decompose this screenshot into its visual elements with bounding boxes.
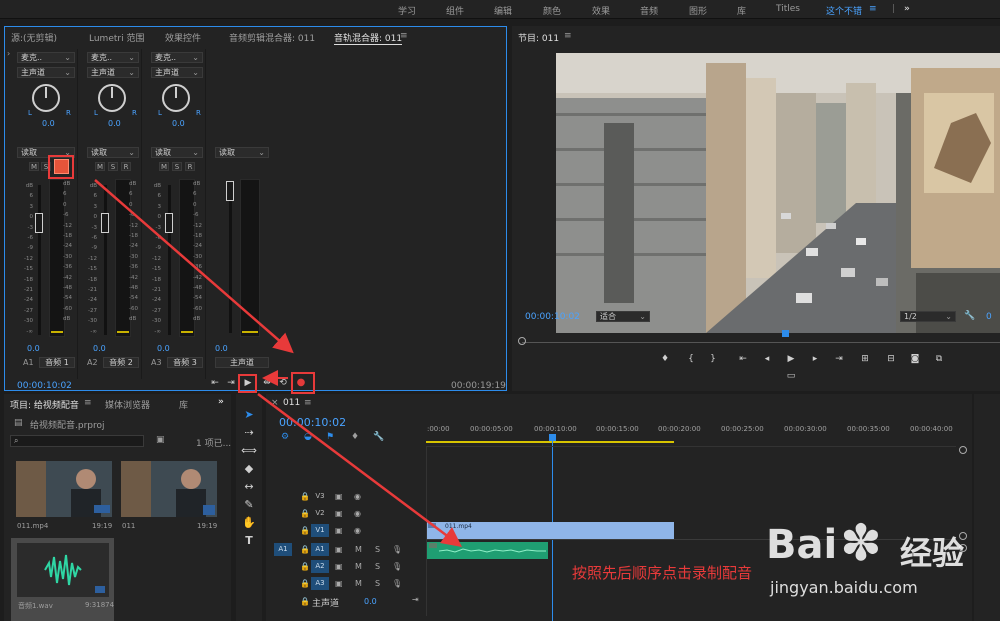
baidu-watermark: Bai ✽ 经验 jingyan.baidu.com bbox=[766, 512, 996, 612]
arrow-to-record bbox=[94, 179, 294, 354]
paw-icon: ✽ bbox=[840, 514, 882, 572]
watermark-url: jingyan.baidu.com bbox=[770, 578, 918, 597]
annotation-text: 按照先后顺序点击录制配音 bbox=[572, 564, 753, 582]
arrow-to-audio-clip bbox=[257, 393, 462, 547]
watermark-brand: Bai bbox=[766, 522, 838, 568]
watermark-brand-cn: 经验 bbox=[900, 534, 965, 572]
